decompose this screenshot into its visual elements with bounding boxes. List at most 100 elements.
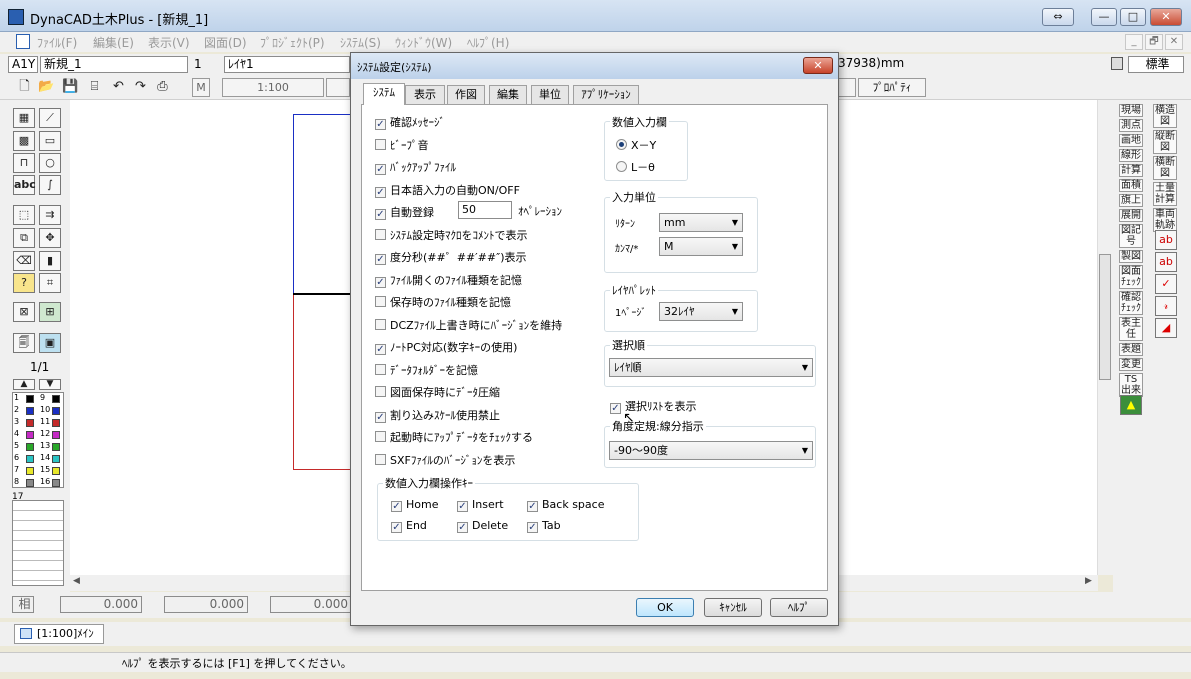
color-swatch[interactable] (26, 479, 34, 487)
comma-unit-select[interactable]: M ▼ (659, 237, 743, 256)
ts-map-icon[interactable]: ▲ (1120, 395, 1142, 415)
relative-toggle[interactable]: 相 (12, 596, 34, 613)
ok-button[interactable]: OK (636, 598, 694, 617)
menu-help[interactable]: ﾍﾙﾌﾟ(H) (467, 34, 509, 51)
rectangle-icon[interactable]: ▭ (39, 131, 61, 151)
key-checkbox[interactable]: ✓ End (391, 519, 427, 533)
copy-icon[interactable]: ⧉ (13, 228, 35, 248)
color-swatch[interactable] (52, 455, 60, 463)
right-palette-button[interactable]: 横造図 (1153, 104, 1177, 128)
option-checkbox[interactable]: SXFﾌｧｲﾙのﾊﾞｰｼﾞｮﾝを表示 (375, 452, 515, 468)
right-palette-button[interactable]: 図記号 (1119, 224, 1143, 248)
redo-icon[interactable]: ↷ (132, 78, 149, 95)
graph-icon[interactable]: ▮ (39, 251, 61, 271)
radio-l-theta[interactable]: L－θ (616, 159, 655, 175)
checkbox-box[interactable] (375, 228, 386, 240)
checkbox-box[interactable] (375, 318, 386, 330)
color-swatch[interactable] (52, 467, 60, 475)
measure-icon[interactable]: ⌗ (39, 273, 61, 293)
curve-icon[interactable]: ∫ (39, 175, 61, 195)
zoom-window-icon[interactable]: ⊠ (13, 302, 35, 322)
radio-l-theta-indicator[interactable] (616, 161, 627, 172)
sheet-size-field[interactable]: A1Y (8, 56, 38, 73)
mdi-minimize-button[interactable]: _ (1125, 34, 1143, 50)
coord-z-field[interactable]: 0.000 (270, 596, 352, 613)
right-palette-button[interactable]: 図面ﾁｪｯｸ (1119, 265, 1143, 289)
checkbox-box[interactable]: ✓ (375, 276, 386, 288)
right-palette-button[interactable]: 計算 (1119, 164, 1143, 177)
minimize-button[interactable]: — (1091, 8, 1117, 26)
hatch-icon[interactable]: ▩ (13, 131, 35, 151)
layer-icon[interactable]: ? (13, 273, 35, 293)
scale-field[interactable]: 1:100 (222, 78, 324, 97)
palette-up-icon[interactable]: ▲ (13, 379, 35, 390)
color-palette[interactable]: 1 2 3 4 5 6 7 8 9 10 11 12 13 14 15 16 (12, 392, 64, 488)
property-copy-icon[interactable]: ⌸ (86, 78, 103, 95)
tab-drawing[interactable]: 作図 (447, 85, 485, 105)
checkbox-box[interactable]: ✓ (375, 209, 386, 220)
key-checkbox[interactable]: ✓ Tab (527, 519, 561, 533)
palette-down-icon[interactable]: ▼ (39, 379, 61, 390)
document-view-icon[interactable]: 🗐 (13, 333, 35, 353)
tab-display[interactable]: 表示 (405, 85, 445, 105)
menu-system[interactable]: ｼｽﾃﾑ(S) (340, 34, 381, 51)
checkbox-box[interactable] (375, 386, 386, 397)
checkbox-box[interactable]: ✓ (375, 344, 386, 355)
undo-icon[interactable]: ↶ (110, 78, 127, 95)
color-swatch[interactable] (52, 395, 60, 403)
coord-x-field[interactable]: 0.000 (60, 596, 142, 613)
macro-button[interactable]: M (192, 78, 210, 97)
mdi-close-button[interactable]: ✕ (1165, 34, 1183, 50)
toolbar-field[interactable] (326, 78, 350, 97)
option-checkbox[interactable]: ✓ ﾌｧｲﾙ開くのﾌｧｲﾙ種類を記憶 (375, 272, 522, 288)
scroll-right-icon[interactable]: ▶ (1085, 576, 1092, 586)
option-checkbox[interactable]: ✓ 割り込みｽｹｰﾙ使用禁止 (375, 407, 500, 423)
checkbox-box[interactable]: ✓ (375, 119, 386, 130)
standard-field[interactable]: 標準 (1128, 56, 1184, 73)
move-icon[interactable]: ⇉ (39, 205, 61, 225)
help-button[interactable]: ﾍﾙﾌﾟ (770, 598, 828, 617)
option-checkbox[interactable]: ✓ ﾊﾞｯｸｱｯﾌﾟﾌｧｲﾙ (375, 159, 456, 175)
checkbox-box[interactable]: ✓ (391, 501, 402, 512)
select-icon[interactable]: ⬚ (13, 205, 35, 225)
color-swatch[interactable] (52, 443, 60, 451)
document-icon[interactable] (16, 34, 30, 49)
mdi-restore-button[interactable]: 🗗 (1145, 34, 1163, 50)
checkbox-box[interactable]: ✓ (375, 164, 386, 175)
coord-y-field[interactable]: 0.000 (164, 596, 248, 613)
menu-window[interactable]: ｳｨﾝﾄﾞｳ(W) (395, 34, 452, 51)
color-swatch[interactable] (26, 467, 34, 475)
right-palette-button[interactable]: 面積 (1119, 179, 1143, 192)
option-checkbox[interactable]: ✓ 自動登録 (375, 204, 434, 220)
checkbox-box[interactable]: ✓ (457, 522, 468, 533)
color-swatch[interactable] (52, 479, 60, 487)
right-palette-button[interactable]: 表主任 (1119, 317, 1143, 341)
return-unit-select[interactable]: mm ▼ (659, 213, 743, 232)
polyline-icon[interactable]: ⟋ (39, 108, 61, 128)
option-checkbox[interactable]: 起動時にｱｯﾌﾟﾃﾞｰﾀをﾁｪｯｸする (375, 429, 533, 445)
close-button[interactable]: ✕ (1150, 8, 1182, 26)
option-checkbox[interactable]: 図面保存時にﾃﾞｰﾀ圧縮 (375, 384, 500, 400)
right-palette-button[interactable]: 横断図 (1153, 156, 1177, 180)
monitor-icon[interactable]: ▣ (39, 333, 61, 353)
menu-drawing[interactable]: 図面(D) (204, 34, 247, 51)
right-palette-button[interactable]: 縦断図 (1153, 130, 1177, 154)
layer-count-select[interactable]: 32ﾚｲﾔ ▼ (659, 302, 743, 321)
tab-unit[interactable]: 単位 (531, 85, 569, 105)
key-checkbox[interactable]: ✓ Delete (457, 519, 508, 533)
right-palette-button[interactable]: 測点 (1119, 119, 1143, 132)
checkbox-box[interactable] (375, 453, 386, 465)
radio-xy-indicator[interactable] (616, 139, 627, 150)
checkbox-box[interactable]: ✓ (391, 522, 402, 533)
color-swatch[interactable] (52, 419, 60, 427)
menu-project[interactable]: ﾌﾟﾛｼﾞｪｸﾄ(P) (260, 34, 325, 51)
tab-edit[interactable]: 編集 (489, 85, 527, 105)
grid-icon[interactable]: ▦ (13, 108, 35, 128)
vertical-scroll-thumb[interactable] (1099, 254, 1111, 380)
checkbox-box[interactable]: ✓ (527, 522, 538, 533)
key-checkbox[interactable]: ✓ Home (391, 498, 438, 512)
right-palette-button[interactable]: 製図 (1119, 250, 1143, 263)
color-swatch[interactable] (26, 407, 34, 415)
color-swatch[interactable] (52, 407, 60, 415)
checkbox-box[interactable]: ✓ (375, 254, 386, 265)
